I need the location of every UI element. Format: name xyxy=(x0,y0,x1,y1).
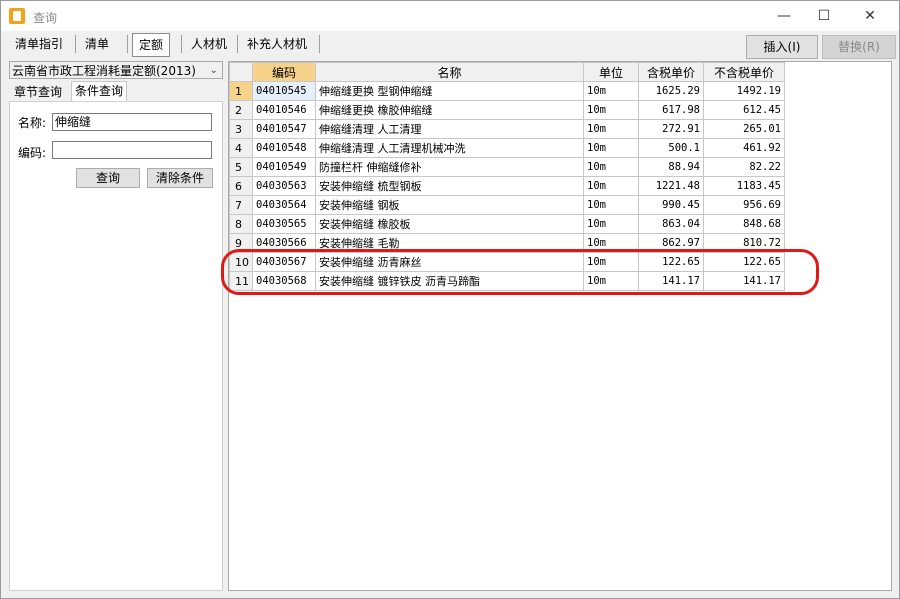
cell-name[interactable]: 安装伸缩缝 钢板 xyxy=(315,195,584,215)
toolbar-separator xyxy=(75,35,76,53)
replace-button[interactable]: 替换(R) xyxy=(822,35,896,59)
column-header-code[interactable]: 编码 xyxy=(252,62,316,82)
cell-unit[interactable]: 10m xyxy=(583,138,639,158)
cell-unit[interactable]: 10m xyxy=(583,157,639,177)
cell-code[interactable]: 04010547 xyxy=(252,119,316,139)
row-number[interactable]: 4 xyxy=(229,138,253,158)
cell-name[interactable]: 安装伸缩缝 橡胶板 xyxy=(315,214,584,234)
cell-price-tax[interactable]: 617.98 xyxy=(638,100,704,120)
column-header-price-notax[interactable]: 不含税单价 xyxy=(703,62,785,82)
column-header-name[interactable]: 名称 xyxy=(315,62,584,82)
cell-code[interactable]: 04030565 xyxy=(252,214,316,234)
cell-code[interactable]: 04010548 xyxy=(252,138,316,158)
row-number-header xyxy=(229,62,253,82)
cell-unit[interactable]: 10m xyxy=(583,176,639,196)
results-grid: 编码 名称 单位 含税单价 不含税单价 1 04010545 伸缩缝更换 型钢伸缩缝… xyxy=(228,61,892,591)
cell-price-tax[interactable]: 272.91 xyxy=(638,119,704,139)
title-bar: 查询 — ☐ ✕ xyxy=(1,1,899,31)
table-row[interactable]: 7 04030564 安装伸缩缝 钢板 10m 990.45 956.69 xyxy=(229,195,785,215)
table-header-row: 编码 名称 单位 含税单价 不含税单价 xyxy=(229,62,785,82)
tab-list[interactable]: 清单 xyxy=(79,33,115,55)
app-icon xyxy=(9,8,25,24)
table-row[interactable]: 5 04010549 防撞栏杆 伸缩缝修补 10m 88.94 82.22 xyxy=(229,157,785,177)
cell-price-tax[interactable]: 1625.29 xyxy=(638,81,704,101)
cell-price-notax[interactable]: 1183.45 xyxy=(703,176,785,196)
row-number[interactable]: 5 xyxy=(229,157,253,177)
cell-name[interactable]: 伸缩缝清理 人工清理机械冲洗 xyxy=(315,138,584,158)
cell-code[interactable]: 04010546 xyxy=(252,100,316,120)
left-panel: 云南省市政工程消耗量定额(2013) ⌄ 章节查询 条件查询 名称: 编码: 查… xyxy=(9,61,223,591)
maximize-button[interactable]: ☐ xyxy=(801,1,847,31)
table-row[interactable]: 3 04010547 伸缩缝清理 人工清理 10m 272.91 265.01 xyxy=(229,119,785,139)
window-title: 查询 xyxy=(33,11,58,25)
name-label: 名称: xyxy=(18,116,47,130)
table-row[interactable]: 6 04030563 安装伸缩缝 梳型钢板 10m 1221.48 1183.45 xyxy=(229,176,785,196)
clear-conditions-button[interactable]: 清除条件 xyxy=(147,168,213,188)
cell-price-notax[interactable]: 82.22 xyxy=(703,157,785,177)
cell-code[interactable]: 04030564 xyxy=(252,195,316,215)
close-button[interactable]: ✕ xyxy=(847,1,893,31)
chevron-down-icon: ⌄ xyxy=(209,65,218,76)
cell-price-tax[interactable]: 990.45 xyxy=(638,195,704,215)
cell-unit[interactable]: 10m xyxy=(583,81,639,101)
condition-query-panel: 名称: 编码: 查询 清除条件 xyxy=(9,101,223,591)
annotation-highlight xyxy=(221,249,819,295)
cell-price-notax[interactable]: 461.92 xyxy=(703,138,785,158)
tab-supplement-lmm[interactable]: 补充人材机 xyxy=(241,33,313,55)
toolbar-separator xyxy=(237,35,238,53)
cell-unit[interactable]: 10m xyxy=(583,100,639,120)
table-row[interactable]: 1 04010545 伸缩缝更换 型钢伸缩缝 10m 1625.29 1492.19 xyxy=(229,81,785,101)
cell-price-tax[interactable]: 500.1 xyxy=(638,138,704,158)
cell-unit[interactable]: 10m xyxy=(583,195,639,215)
toolbar-separator xyxy=(319,35,320,53)
cell-price-tax[interactable]: 863.04 xyxy=(638,214,704,234)
code-input[interactable] xyxy=(52,141,212,159)
table-row[interactable]: 2 04010546 伸缩缝更换 橡胶伸缩缝 10m 617.98 612.45 xyxy=(229,100,785,120)
database-select-value: 云南省市政工程消耗量定额(2013) xyxy=(12,64,196,78)
tab-chapter-query[interactable]: 章节查询 xyxy=(11,83,65,101)
database-select[interactable]: 云南省市政工程消耗量定额(2013) ⌄ xyxy=(9,61,223,79)
row-number[interactable]: 1 xyxy=(229,81,253,101)
row-number[interactable]: 8 xyxy=(229,214,253,234)
cell-price-notax[interactable]: 265.01 xyxy=(703,119,785,139)
cell-price-notax[interactable]: 956.69 xyxy=(703,195,785,215)
row-number[interactable]: 3 xyxy=(229,119,253,139)
cell-price-tax[interactable]: 1221.48 xyxy=(638,176,704,196)
name-input[interactable] xyxy=(52,113,212,131)
toolbar-separator xyxy=(181,35,182,53)
column-header-price-tax[interactable]: 含税单价 xyxy=(638,62,704,82)
insert-button[interactable]: 插入(I) xyxy=(746,35,818,59)
cell-code[interactable]: 04030563 xyxy=(252,176,316,196)
toolbar-separator xyxy=(127,35,128,53)
query-button[interactable]: 查询 xyxy=(76,168,140,188)
cell-name[interactable]: 防撞栏杆 伸缩缝修补 xyxy=(315,157,584,177)
cell-price-notax[interactable]: 848.68 xyxy=(703,214,785,234)
row-number[interactable]: 6 xyxy=(229,176,253,196)
query-window: 查询 — ☐ ✕ 清单指引 清单 定额 人材机 补充人材机 插入(I) 替换(R… xyxy=(0,0,900,599)
cell-unit[interactable]: 10m xyxy=(583,119,639,139)
row-number[interactable]: 7 xyxy=(229,195,253,215)
cell-price-notax[interactable]: 1492.19 xyxy=(703,81,785,101)
toolbar: 清单指引 清单 定额 人材机 补充人材机 插入(I) 替换(R) xyxy=(1,31,899,61)
cell-code[interactable]: 04010545 xyxy=(252,81,316,101)
cell-unit[interactable]: 10m xyxy=(583,214,639,234)
table-row[interactable]: 4 04010548 伸缩缝清理 人工清理机械冲洗 10m 500.1 461.92 xyxy=(229,138,785,158)
cell-code[interactable]: 04010549 xyxy=(252,157,316,177)
row-number[interactable]: 2 xyxy=(229,100,253,120)
cell-name[interactable]: 伸缩缝清理 人工清理 xyxy=(315,119,584,139)
tab-labor-material-machine[interactable]: 人材机 xyxy=(185,33,233,55)
cell-price-notax[interactable]: 612.45 xyxy=(703,100,785,120)
tab-list-guide[interactable]: 清单指引 xyxy=(9,33,69,55)
cell-name[interactable]: 伸缩缝更换 橡胶伸缩缝 xyxy=(315,100,584,120)
code-label: 编码: xyxy=(18,146,47,160)
cell-name[interactable]: 伸缩缝更换 型钢伸缩缝 xyxy=(315,81,584,101)
left-tabs: 章节查询 条件查询 xyxy=(9,81,223,102)
table-row[interactable]: 8 04030565 安装伸缩缝 橡胶板 10m 863.04 848.68 xyxy=(229,214,785,234)
cell-name[interactable]: 安装伸缩缝 梳型钢板 xyxy=(315,176,584,196)
tab-condition-query[interactable]: 条件查询 xyxy=(71,81,128,102)
tab-quota[interactable]: 定额 xyxy=(132,33,171,57)
cell-price-tax[interactable]: 88.94 xyxy=(638,157,704,177)
column-header-unit[interactable]: 单位 xyxy=(583,62,639,82)
